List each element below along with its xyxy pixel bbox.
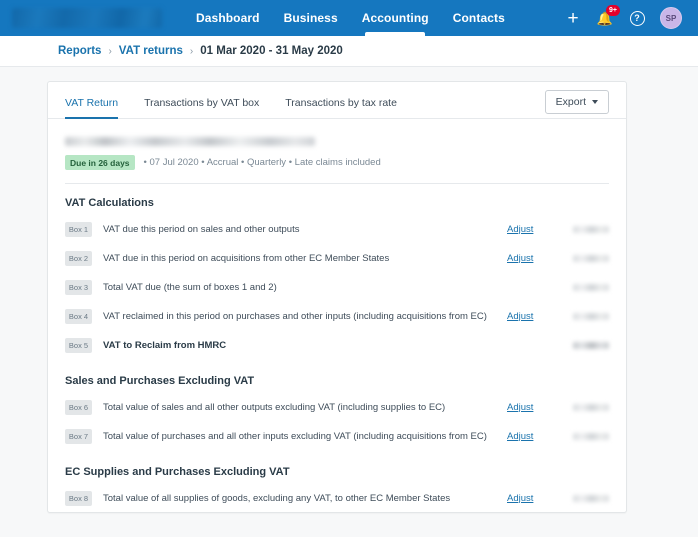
box-number-badge: Box 7 (65, 428, 92, 444)
adjust-link[interactable]: Adjust (507, 224, 559, 235)
tab-transactions-by-tax-rate[interactable]: Transactions by tax rate (285, 97, 397, 117)
help-button[interactable]: ? (628, 9, 646, 27)
vat-row-value-redacted (573, 341, 609, 349)
breadcrumb-item-1[interactable]: VAT returns (119, 45, 183, 57)
tab-transactions-by-vat-box[interactable]: Transactions by VAT box (144, 97, 259, 117)
nav-link-contacts[interactable]: Contacts (441, 0, 517, 36)
box-number-badge: Box 5 (65, 337, 92, 353)
vat-row-value-redacted (573, 312, 609, 320)
export-button-label: Export (555, 96, 586, 108)
vat-row: Box 8 Total value of all supplies of good… (65, 488, 609, 508)
export-button[interactable]: Export (544, 90, 609, 114)
vat-row: Box 7 Total value of purchases and all ot… (65, 426, 609, 446)
vat-row-label: Total value of sales and all other outpu… (103, 401, 446, 413)
breadcrumb-item-0[interactable]: Reports (58, 45, 101, 57)
help-icon: ? (629, 10, 645, 26)
card-tabs: VAT Return Transactions by VAT box Transac… (48, 82, 626, 119)
vat-row-label: VAT due this period on sales and other o… (103, 223, 300, 235)
primary-nav: Dashboard Business Accounting Contacts (184, 0, 517, 36)
breadcrumb-separator: › (189, 45, 194, 57)
nav-link-accounting[interactable]: Accounting (350, 0, 441, 36)
box-number-badge: Box 4 (65, 308, 92, 324)
card-body: Due in 26 days • 07 Jul 2020 • Accrual •… (48, 119, 626, 512)
chevron-down-icon (592, 100, 598, 104)
breadcrumb: Reports › VAT returns › 01 Mar 2020 - 31 May… (0, 36, 698, 67)
vat-row-label: VAT due in this period on acquisitions f… (103, 252, 390, 264)
return-meta-text: • 07 Jul 2020 • Accrual • Quarterly • La… (143, 157, 381, 168)
top-navigation-bar: Dashboard Business Accounting Contacts + 🔔 … (0, 0, 698, 36)
vat-row: Box 6 Total value of sales and all other … (65, 397, 609, 417)
add-button[interactable]: + (564, 7, 582, 29)
section-title-0: VAT Calculations (65, 197, 154, 209)
nav-actions: + 🔔 9+ ? SP (564, 5, 688, 29)
nav-link-business[interactable]: Business (272, 0, 350, 36)
box-number-badge: Box 2 (65, 250, 92, 266)
tab-vat-return[interactable]: VAT Return (65, 97, 119, 119)
vat-row: Box 5 VAT to Reclaim from HMRC (65, 335, 609, 355)
vat-row: Box 4 VAT reclaimed in this period on pur… (65, 306, 609, 326)
section-title-1: Sales and Purchases Excluding VAT (65, 375, 255, 387)
nav-link-dashboard[interactable]: Dashboard (184, 0, 272, 36)
vat-sections: VAT Calculations Box 1 VAT due this period… (65, 197, 609, 512)
meta-divider (65, 183, 609, 184)
vat-row-value-redacted (573, 403, 609, 411)
notifications-button[interactable]: 🔔 9+ (596, 5, 620, 27)
breadcrumb-item-2: 01 Mar 2020 - 31 May 2020 (200, 45, 343, 57)
box-number-badge: Box 8 (65, 490, 92, 506)
adjust-link[interactable]: Adjust (507, 431, 559, 442)
adjust-link[interactable]: Adjust (507, 402, 559, 413)
vat-row-label: VAT reclaimed in this period on purchase… (103, 310, 487, 322)
section-title-2: EC Supplies and Purchases Excluding VAT (65, 466, 290, 478)
company-name-redacted (65, 137, 315, 146)
vat-row-label: Total value of all supplies of goods, ex… (103, 492, 451, 504)
vat-row-label: Total value of purchases and all other i… (103, 430, 487, 442)
adjust-link[interactable]: Adjust (507, 253, 559, 264)
adjust-link[interactable]: Adjust (507, 311, 559, 322)
avatar[interactable]: SP (660, 7, 682, 29)
company-logo[interactable] (12, 8, 162, 28)
status-badge: Due in 26 days (65, 155, 135, 170)
vat-row-label: VAT to Reclaim from HMRC (103, 339, 227, 351)
vat-return-card: VAT Return Transactions by VAT box Transac… (47, 81, 627, 513)
vat-row-value-redacted (573, 225, 609, 233)
plus-icon: + (567, 7, 579, 29)
adjust-link[interactable]: Adjust (507, 493, 559, 504)
box-number-badge: Box 6 (65, 399, 92, 415)
breadcrumb-separator: › (108, 45, 112, 57)
vat-row-value-redacted (573, 283, 609, 291)
vat-row: Box 3 Total VAT due (the sum of boxes 1 a… (65, 277, 609, 297)
vat-row-value-redacted (573, 494, 609, 502)
notification-badge: 9+ (606, 5, 620, 16)
vat-row: Box 1 VAT due this period on sales and ot… (65, 219, 609, 239)
box-number-badge: Box 1 (65, 221, 92, 237)
page-body: VAT Return Transactions by VAT box Transac… (0, 67, 698, 537)
vat-row: Box 2 VAT due in this period on acquisiti… (65, 248, 609, 268)
vat-row-value-redacted (573, 432, 609, 440)
return-meta: Due in 26 days • 07 Jul 2020 • Accrual •… (65, 155, 609, 170)
vat-row-label: Total VAT due (the sum of boxes 1 and 2) (103, 281, 277, 293)
box-number-badge: Box 3 (65, 279, 92, 295)
vat-row-value-redacted (573, 254, 609, 262)
